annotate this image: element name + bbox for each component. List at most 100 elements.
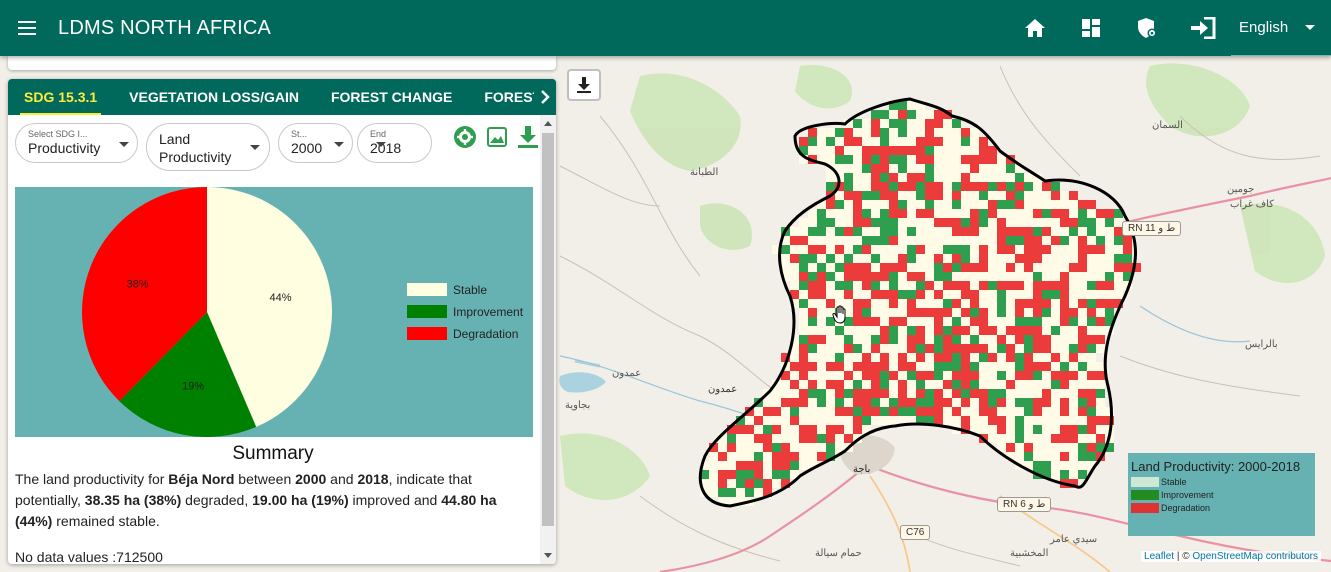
start-year-label: St... [291,129,308,139]
legend-label: Stable [1161,477,1187,487]
summary-text: The land productivity for Béja Nord betw… [15,469,535,532]
download-button[interactable] [514,123,542,151]
scroll-thumb[interactable] [542,133,554,526]
map-place-label: عمدون [612,368,642,379]
tab-sdg-15-3-1[interactable]: SDG 15.3.1 [8,79,113,115]
summary-fragment: degraded, [181,492,253,508]
map-download-button[interactable] [567,69,601,101]
download-icon [518,126,538,148]
summary-end-year: 2018 [357,471,389,487]
settings-button[interactable] [452,124,478,150]
indicator-select[interactable]: Select SDG I... Productivity [15,123,138,163]
analysis-panel: SDG 15.3.1 VEGETATION LOSS/GAIN FOREST C… [8,79,556,564]
legend-label[interactable]: Improvement [453,305,524,319]
map-place-label: عمدون [708,384,738,395]
indicator-select-label: Select SDG I... [28,129,88,139]
summary-fragment: and [326,471,358,487]
summary-fragment: The land productivity for [15,471,169,487]
menu-icon[interactable] [0,0,56,56]
summary-region: Béja Nord [168,471,235,487]
login-icon[interactable] [1175,0,1231,56]
summary-title: Summary [232,443,314,464]
no-data-values: No data values :712500 [15,549,163,564]
pie-data-label: 44% [269,292,291,304]
home-icon[interactable] [1007,0,1063,56]
summary-fragment: improved and [348,492,442,508]
sub-indicator-value-line1: Land [159,131,191,147]
map-place-label: المخشبية [1010,548,1049,559]
map-place-label: حمام سيالة [815,548,862,559]
summary-start-year: 2000 [295,471,327,487]
map-place-label: الطبانة [690,167,719,178]
app-bar: LDMS NORTH AFRICA English [0,0,1331,56]
end-year-label: End [370,129,387,139]
map-place-label: سيدي عامر [1050,534,1098,545]
chevron-down-icon [376,142,386,147]
legend-label[interactable]: Stable [453,283,487,297]
legend-label: Improvement [1161,490,1214,500]
productivity-pie-chart: 44% 19% 38% Stable Improvement Degradation [15,187,533,437]
language-select[interactable]: English [1231,0,1331,56]
chevron-down-icon [1305,25,1315,30]
summary-degraded: 38.35 ha (38%) [84,492,182,508]
legend-label: Degradation [1161,503,1211,513]
road-shield: RN 11 ط و [1122,221,1182,236]
legend-swatch[interactable] [407,283,447,296]
start-year-select[interactable]: St... 2000 [278,123,353,163]
map-legend-item: Stable [1131,477,1312,487]
tab-vegetation-loss-gain[interactable]: VEGETATION LOSS/GAIN [113,79,315,115]
image-export-button[interactable] [485,125,509,149]
collapsed-card [8,56,556,70]
legend-swatch-degradation [1131,503,1159,513]
indicator-select-value: Productivity [28,140,101,156]
map-place-label: باجة [853,464,871,475]
map-legend-title: Land Productivity: 2000-2018 [1131,459,1301,474]
map-legend-item: Degradation [1131,503,1312,513]
tab-scroll-right-button[interactable] [534,79,556,115]
osm-link[interactable]: OpenStreetMap contributors [1192,551,1318,562]
legend-swatch-improvement [1131,490,1159,500]
summary-improved: 19.00 ha (19%) [252,492,349,508]
summary-fragment: remained stable. [52,513,160,529]
filter-controls: Select SDG I... Productivity Land Produc… [8,115,548,185]
panel-scrollbar[interactable] [540,115,556,564]
end-year-select[interactable]: End 2018 [357,123,432,163]
map-place-label: كاف غراب [1230,199,1274,210]
chevron-down-icon [119,142,129,147]
dashboard-icon[interactable] [1063,0,1119,56]
attribution-separator: | © [1174,551,1193,562]
pie-chart-svg: 44% 19% 38% Stable Improvement Degradation [82,187,524,437]
map-attribution: Leaflet | © OpenStreetMap contributors [1141,551,1321,562]
tab-forest-change[interactable]: FOREST CHANGE [315,79,468,115]
pie-data-label: 19% [182,381,204,393]
road-shield: RN 6 ط و [997,497,1052,512]
map-place-label: بجاوية [565,400,591,411]
hand-cursor-icon [832,305,850,330]
leaflet-link[interactable]: Leaflet [1144,551,1174,562]
legend-label[interactable]: Degradation [453,327,518,341]
summary-fragment: between [234,471,296,487]
image-icon [487,127,507,147]
legend-swatch[interactable] [407,305,447,318]
language-value: English [1239,19,1289,36]
sub-indicator-select[interactable]: Land Productivity [146,123,270,171]
scroll-up-arrow-icon[interactable] [544,121,552,126]
sub-indicator-value-line2: Productivity [159,149,232,165]
tab-bar: SDG 15.3.1 VEGETATION LOSS/GAIN FOREST C… [8,79,556,115]
map-legend-item: Improvement [1131,490,1312,500]
chevron-down-icon [250,145,260,150]
app-title: LDMS NORTH AFRICA [58,16,272,39]
road-shield: C76 [900,525,931,540]
map-place-label: السمان [1152,120,1183,131]
chevron-right-icon [541,90,550,104]
gear-icon [454,126,476,148]
map-place-label: بالرايس [1245,339,1278,350]
download-icon [577,77,591,93]
security-icon[interactable] [1119,0,1175,56]
scroll-down-arrow-icon[interactable] [544,553,552,558]
legend-swatch[interactable] [407,327,447,340]
pie-data-label: 38% [127,279,149,291]
legend-swatch-stable [1131,477,1159,487]
map-place-label: جومين [1227,184,1255,195]
start-year-value: 2000 [291,140,323,156]
